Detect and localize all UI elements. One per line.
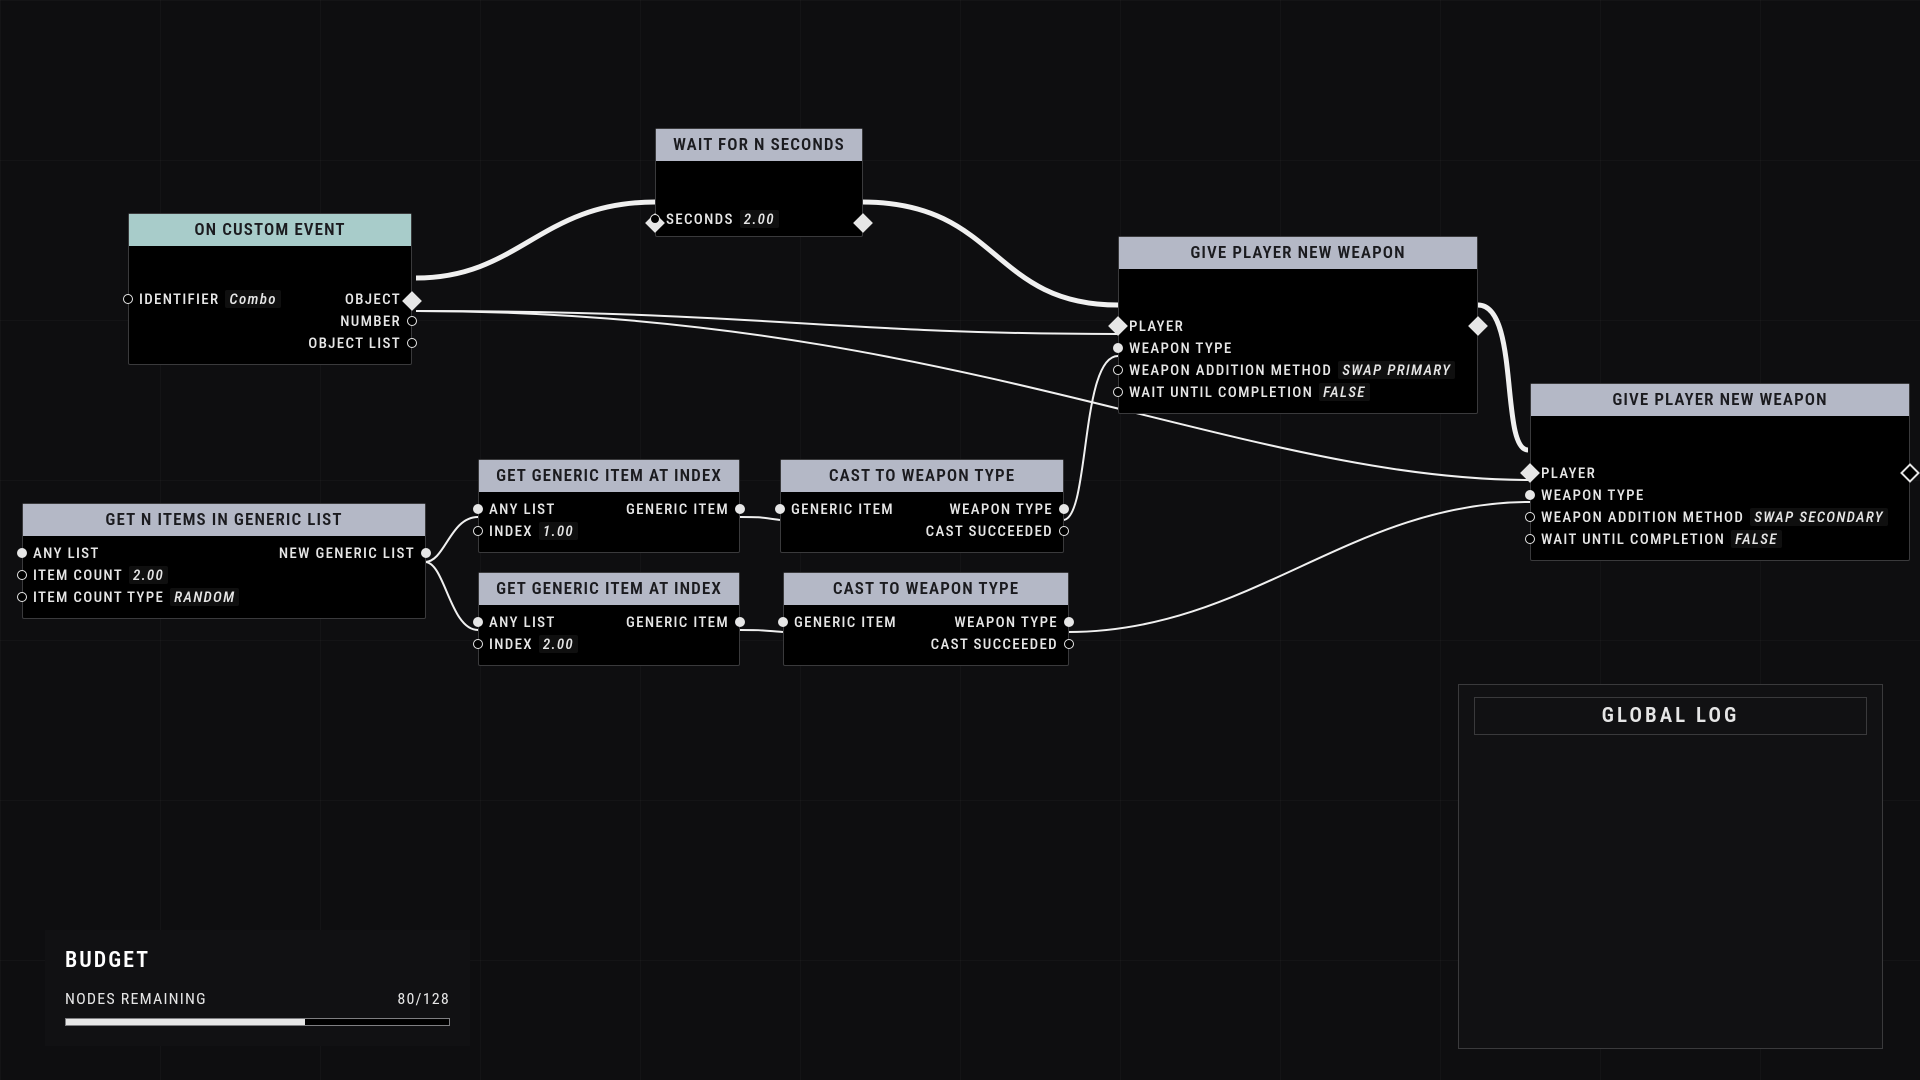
global-log-panel: GLOBAL LOG <box>1458 684 1883 1049</box>
port-in[interactable] <box>650 214 660 224</box>
input-value[interactable]: SWAP SECONDARY <box>1750 508 1888 526</box>
node-cast-to-weapon-type-2[interactable]: CAST TO WEAPON TYPE GENERIC ITEM WEAPON … <box>783 572 1069 666</box>
input-value[interactable]: 1.00 <box>539 522 578 540</box>
input-label: ITEM COUNT <box>33 566 123 584</box>
input-value[interactable]: 2.00 <box>539 635 578 653</box>
output-label: NUMBER <box>340 312 401 330</box>
port-in[interactable] <box>778 617 788 627</box>
port-in[interactable] <box>1113 365 1123 375</box>
port-in[interactable] <box>17 570 27 580</box>
port-in-player[interactable] <box>1113 321 1123 331</box>
node-on-custom-event[interactable]: ON CUSTOM EVENT IDENTIFIER Combo OBJECT … <box>128 213 412 365</box>
node-title: GET GENERIC ITEM AT INDEX <box>479 573 739 605</box>
input-value[interactable]: FALSE <box>1319 383 1370 401</box>
node-title: CAST TO WEAPON TYPE <box>781 460 1063 492</box>
output-label: WEAPON TYPE <box>949 500 1053 518</box>
port-in[interactable] <box>473 526 483 536</box>
node-get-item-at-index-2[interactable]: GET GENERIC ITEM AT INDEX ANY LIST GENER… <box>478 572 740 666</box>
node-title: GET N ITEMS IN GENERIC LIST <box>23 504 425 536</box>
input-label: GENERIC ITEM <box>791 500 894 518</box>
port-in[interactable] <box>775 504 785 514</box>
input-label: ANY LIST <box>489 613 556 631</box>
input-label: IDENTIFIER <box>139 290 219 308</box>
node-title: GIVE PLAYER NEW WEAPON <box>1119 237 1477 269</box>
output-label: CAST SUCCEEDED <box>926 522 1053 540</box>
port-out-object-list[interactable] <box>407 338 417 348</box>
node-canvas[interactable]: ON CUSTOM EVENT IDENTIFIER Combo OBJECT … <box>0 0 1920 1080</box>
budget-value: 80/128 <box>397 989 450 1008</box>
output-label: NEW GENERIC LIST <box>279 544 415 562</box>
port-out-number[interactable] <box>407 316 417 326</box>
input-value[interactable]: SWAP PRIMARY <box>1338 361 1455 379</box>
global-log-title: GLOBAL LOG <box>1474 697 1867 735</box>
node-title: CAST TO WEAPON TYPE <box>784 573 1068 605</box>
input-label: INDEX <box>489 522 533 540</box>
port-in[interactable] <box>473 639 483 649</box>
port-out[interactable] <box>735 617 745 627</box>
port-out-success[interactable] <box>1059 526 1069 536</box>
port-out-new-list[interactable] <box>421 548 431 558</box>
output-label: GENERIC ITEM <box>626 500 729 518</box>
budget-bar <box>65 1018 450 1026</box>
input-label: ITEM COUNT TYPE <box>33 588 164 606</box>
input-value[interactable]: RANDOM <box>170 588 239 606</box>
port-out-type[interactable] <box>1064 617 1074 627</box>
port-in[interactable] <box>17 548 27 558</box>
node-title: GET GENERIC ITEM AT INDEX <box>479 460 739 492</box>
node-title: ON CUSTOM EVENT <box>129 214 411 246</box>
port-in-weapon-type[interactable] <box>1113 343 1123 353</box>
budget-title: BUDGET <box>65 948 450 973</box>
output-label: GENERIC ITEM <box>626 613 729 631</box>
output-label: OBJECT LIST <box>308 334 401 352</box>
input-value[interactable]: 2.00 <box>129 566 168 584</box>
node-title: GIVE PLAYER NEW WEAPON <box>1531 384 1909 416</box>
port-out[interactable] <box>735 504 745 514</box>
input-label: PLAYER <box>1541 464 1596 482</box>
input-label: ANY LIST <box>33 544 100 562</box>
input-label: WAIT UNTIL COMPLETION <box>1129 383 1313 401</box>
port-out-type[interactable] <box>1059 504 1069 514</box>
port-in[interactable] <box>1525 534 1535 544</box>
output-label: OBJECT <box>345 290 401 308</box>
budget-bar-fill <box>66 1019 305 1025</box>
input-label: WEAPON ADDITION METHOD <box>1541 508 1744 526</box>
budget-panel: BUDGET NODES REMAINING 80/128 <box>45 930 470 1046</box>
input-label: INDEX <box>489 635 533 653</box>
port-in[interactable] <box>17 592 27 602</box>
node-cast-to-weapon-type-1[interactable]: CAST TO WEAPON TYPE GENERIC ITEM WEAPON … <box>780 459 1064 553</box>
input-label: WAIT UNTIL COMPLETION <box>1541 530 1725 548</box>
input-label: GENERIC ITEM <box>794 613 897 631</box>
port-in[interactable] <box>123 294 133 304</box>
budget-label: NODES REMAINING <box>65 989 207 1008</box>
port-in-player[interactable] <box>1525 468 1535 478</box>
input-label: SECONDS <box>666 210 734 228</box>
node-wait-for-n-seconds[interactable]: WAIT FOR N SECONDS SECONDS 2.00 <box>655 128 863 237</box>
output-label: CAST SUCCEEDED <box>931 635 1058 653</box>
output-label: WEAPON TYPE <box>954 613 1058 631</box>
input-value[interactable]: FALSE <box>1731 530 1782 548</box>
input-label: WEAPON ADDITION METHOD <box>1129 361 1332 379</box>
input-label: WEAPON TYPE <box>1129 339 1233 357</box>
port-out-object[interactable] <box>407 294 417 304</box>
input-label: WEAPON TYPE <box>1541 486 1645 504</box>
port-out-success[interactable] <box>1064 639 1074 649</box>
node-get-n-items[interactable]: GET N ITEMS IN GENERIC LIST ANY LIST NEW… <box>22 503 426 619</box>
node-give-player-new-weapon-1[interactable]: GIVE PLAYER NEW WEAPON PLAYER WEAPON TYP… <box>1118 236 1478 414</box>
input-value[interactable]: 2.00 <box>740 210 779 228</box>
port-in-weapon-type[interactable] <box>1525 490 1535 500</box>
input-label: PLAYER <box>1129 317 1184 335</box>
port-in[interactable] <box>473 617 483 627</box>
port-in[interactable] <box>1525 512 1535 522</box>
node-give-player-new-weapon-2[interactable]: GIVE PLAYER NEW WEAPON PLAYER WEAPON TYP… <box>1530 383 1910 561</box>
input-label: ANY LIST <box>489 500 556 518</box>
input-value[interactable]: Combo <box>225 290 280 308</box>
port-in[interactable] <box>1113 387 1123 397</box>
port-in[interactable] <box>473 504 483 514</box>
node-get-item-at-index-1[interactable]: GET GENERIC ITEM AT INDEX ANY LIST GENER… <box>478 459 740 553</box>
node-title: WAIT FOR N SECONDS <box>656 129 862 161</box>
